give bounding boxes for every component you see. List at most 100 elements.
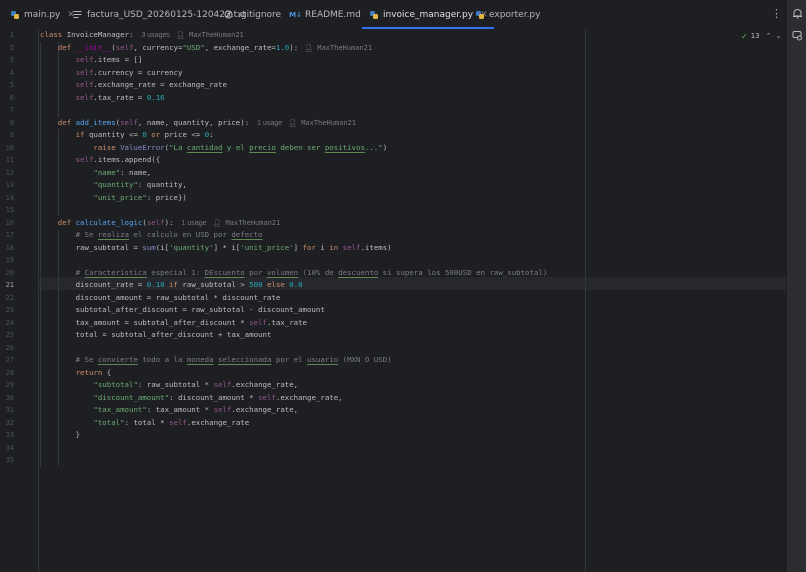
- line-number[interactable]: 4: [0, 67, 14, 80]
- code-line[interactable]: "discount_amount": discount_amount * sel…: [40, 392, 342, 405]
- line-number[interactable]: 30: [0, 392, 14, 405]
- author-hint[interactable]: 👤︎ MaxTheHuman21: [176, 31, 244, 39]
- code-line[interactable]: self.tax_rate = 0.16: [40, 92, 165, 105]
- line-number[interactable]: 34: [0, 442, 14, 455]
- code-line[interactable]: # Caracteristica especial 1: DEscuento p…: [40, 267, 548, 280]
- code-token: : raw_subtotal *: [137, 380, 214, 389]
- code-editor[interactable]: ✓ 13 ⌃ ⌄ class InvoiceManager: 3 usages 👤︎…: [0, 29, 786, 572]
- tab-gitignore[interactable]: .gitignore: [223, 0, 281, 29]
- code-token: , exchange_rate=: [204, 42, 276, 52]
- usage-hint[interactable]: 3 usages: [141, 32, 169, 39]
- code-line[interactable]: self.items.append({: [40, 154, 161, 167]
- code-line[interactable]: "tax_amount": tax_amount * self.exchange…: [40, 404, 298, 417]
- line-number[interactable]: 8: [0, 117, 14, 130]
- line-number[interactable]: 5: [0, 79, 14, 92]
- code-token: "discount_amount": [93, 392, 170, 402]
- code-token: sum: [142, 242, 156, 252]
- author-hint[interactable]: 👤︎ MaxTheHuman21: [304, 44, 372, 52]
- chevron-up-icon[interactable]: ⌃: [766, 32, 772, 40]
- line-number[interactable]: 26: [0, 342, 14, 355]
- line-number[interactable]: 2: [0, 42, 14, 55]
- code-line[interactable]: "unit_price": price}): [40, 192, 186, 205]
- code-token: .exchange_rate = exchange_rate: [93, 80, 227, 89]
- author-hint[interactable]: 👤︎ MaxTheHuman21: [288, 119, 356, 127]
- line-number[interactable]: 20: [0, 267, 14, 280]
- line-number[interactable]: 24: [0, 317, 14, 330]
- line-number[interactable]: 15: [0, 204, 14, 217]
- markdown-icon: M↓: [289, 10, 302, 19]
- line-number[interactable]: 14: [0, 192, 14, 205]
- code-line[interactable]: "name": name,: [40, 167, 151, 180]
- code-line[interactable]: def add_items(self, name, quantity, pric…: [40, 117, 356, 130]
- usage-hint[interactable]: 1 usage: [257, 120, 282, 127]
- code-line[interactable]: "subtotal": raw_subtotal * self.exchange…: [40, 379, 298, 392]
- code-token: "subtotal": [93, 380, 138, 389]
- code-token: .currency = currency: [93, 67, 183, 77]
- code-token: self: [75, 67, 94, 77]
- code-line[interactable]: tax_amount = subtotal_after_discount * s…: [40, 317, 307, 330]
- notifications-icon[interactable]: [792, 8, 803, 19]
- line-number[interactable]: 13: [0, 179, 14, 192]
- code-line[interactable]: raw_subtotal = sum(i['quantity'] * i['un…: [40, 242, 392, 255]
- usage-hint[interactable]: 1 usage: [182, 220, 207, 227]
- line-number[interactable]: 35: [0, 454, 14, 467]
- code-line[interactable]: raise ValueError("La cantidad y el preci…: [40, 142, 387, 155]
- code-token: positivos: [324, 142, 365, 152]
- tab-readme[interactable]: M↓ README.md: [289, 0, 361, 29]
- tab-main-py[interactable]: main.py ✕: [9, 0, 75, 29]
- line-number[interactable]: 12: [0, 167, 14, 180]
- code-line[interactable]: self.exchange_rate = exchange_rate: [40, 79, 227, 92]
- code-line[interactable]: "quantity": quantity,: [40, 179, 186, 192]
- line-number[interactable]: 19: [0, 254, 14, 267]
- line-number[interactable]: 16: [0, 217, 14, 230]
- line-number[interactable]: 32: [0, 417, 14, 430]
- code-line[interactable]: }: [40, 429, 80, 442]
- author-hint[interactable]: 👤︎ MaxTheHuman21: [212, 219, 280, 227]
- line-number[interactable]: 22: [0, 292, 14, 305]
- code-line[interactable]: # Se convierte todo a la moneda seleccio…: [40, 354, 392, 367]
- code-token: "unit_price": [93, 192, 147, 202]
- code-line[interactable]: self.items = []: [40, 54, 143, 67]
- code-line[interactable]: def calculate_logic(self): 1 usage 👤︎ MaxT…: [40, 217, 281, 230]
- code-token: self: [213, 405, 232, 414]
- line-number[interactable]: 33: [0, 429, 14, 442]
- code-token: , currency=: [133, 42, 183, 52]
- line-number[interactable]: 21: [0, 279, 14, 292]
- ai-assistant-icon[interactable]: [792, 30, 803, 41]
- line-number[interactable]: 31: [0, 404, 14, 417]
- code-line[interactable]: # Se realiza el calculo en USD por defec…: [40, 229, 263, 242]
- code-token: # Se: [75, 230, 98, 239]
- inspection-widget[interactable]: ✓ 13 ⌃ ⌄: [741, 31, 785, 41]
- chevron-down-icon[interactable]: ⌄: [776, 32, 782, 40]
- line-number[interactable]: 18: [0, 242, 14, 255]
- line-number[interactable]: 3: [0, 54, 14, 67]
- code-line[interactable]: discount_amount = raw_subtotal * discoun…: [40, 292, 281, 305]
- code-token: "tax_amount": [93, 405, 147, 414]
- code-line[interactable]: total = subtotal_after_discount + tax_am…: [40, 329, 272, 342]
- line-number[interactable]: 28: [0, 367, 14, 380]
- code-line[interactable]: "total": total * self.exchange_rate: [40, 417, 249, 430]
- more-options-icon[interactable]: ⋮: [771, 8, 782, 19]
- line-number[interactable]: 17: [0, 229, 14, 242]
- code-line[interactable]: subtotal_after_discount = raw_subtotal -…: [40, 304, 325, 317]
- line-number[interactable]: 11: [0, 154, 14, 167]
- tab-exporter[interactable]: exporter.py: [474, 0, 540, 29]
- code-line[interactable]: return {: [40, 367, 112, 380]
- code-token: raw_subtotal =: [40, 242, 143, 252]
- line-number[interactable]: 25: [0, 329, 14, 342]
- code-line[interactable]: def __init__(self, currency="USD", excha…: [40, 42, 372, 55]
- line-number[interactable]: 10: [0, 142, 14, 155]
- line-number[interactable]: 23: [0, 304, 14, 317]
- tab-factura-txt[interactable]: factura_USD_20260125-120423.txt: [72, 0, 246, 29]
- line-number[interactable]: 29: [0, 379, 14, 392]
- line-number[interactable]: 27: [0, 354, 14, 367]
- line-number[interactable]: 7: [0, 104, 14, 117]
- code-line[interactable]: discount_rate = 0.10 if raw_subtotal > 5…: [40, 279, 303, 292]
- code-line[interactable]: class InvoiceManager: 3 usages 👤︎ MaxTheHu…: [40, 29, 244, 42]
- code-line[interactable]: if quantity <= 0 or price <= 0:: [40, 129, 214, 142]
- line-number[interactable]: 1: [0, 29, 14, 42]
- line-number[interactable]: 6: [0, 92, 14, 105]
- code-line[interactable]: self.currency = currency: [40, 67, 183, 80]
- line-number[interactable]: 9: [0, 129, 14, 142]
